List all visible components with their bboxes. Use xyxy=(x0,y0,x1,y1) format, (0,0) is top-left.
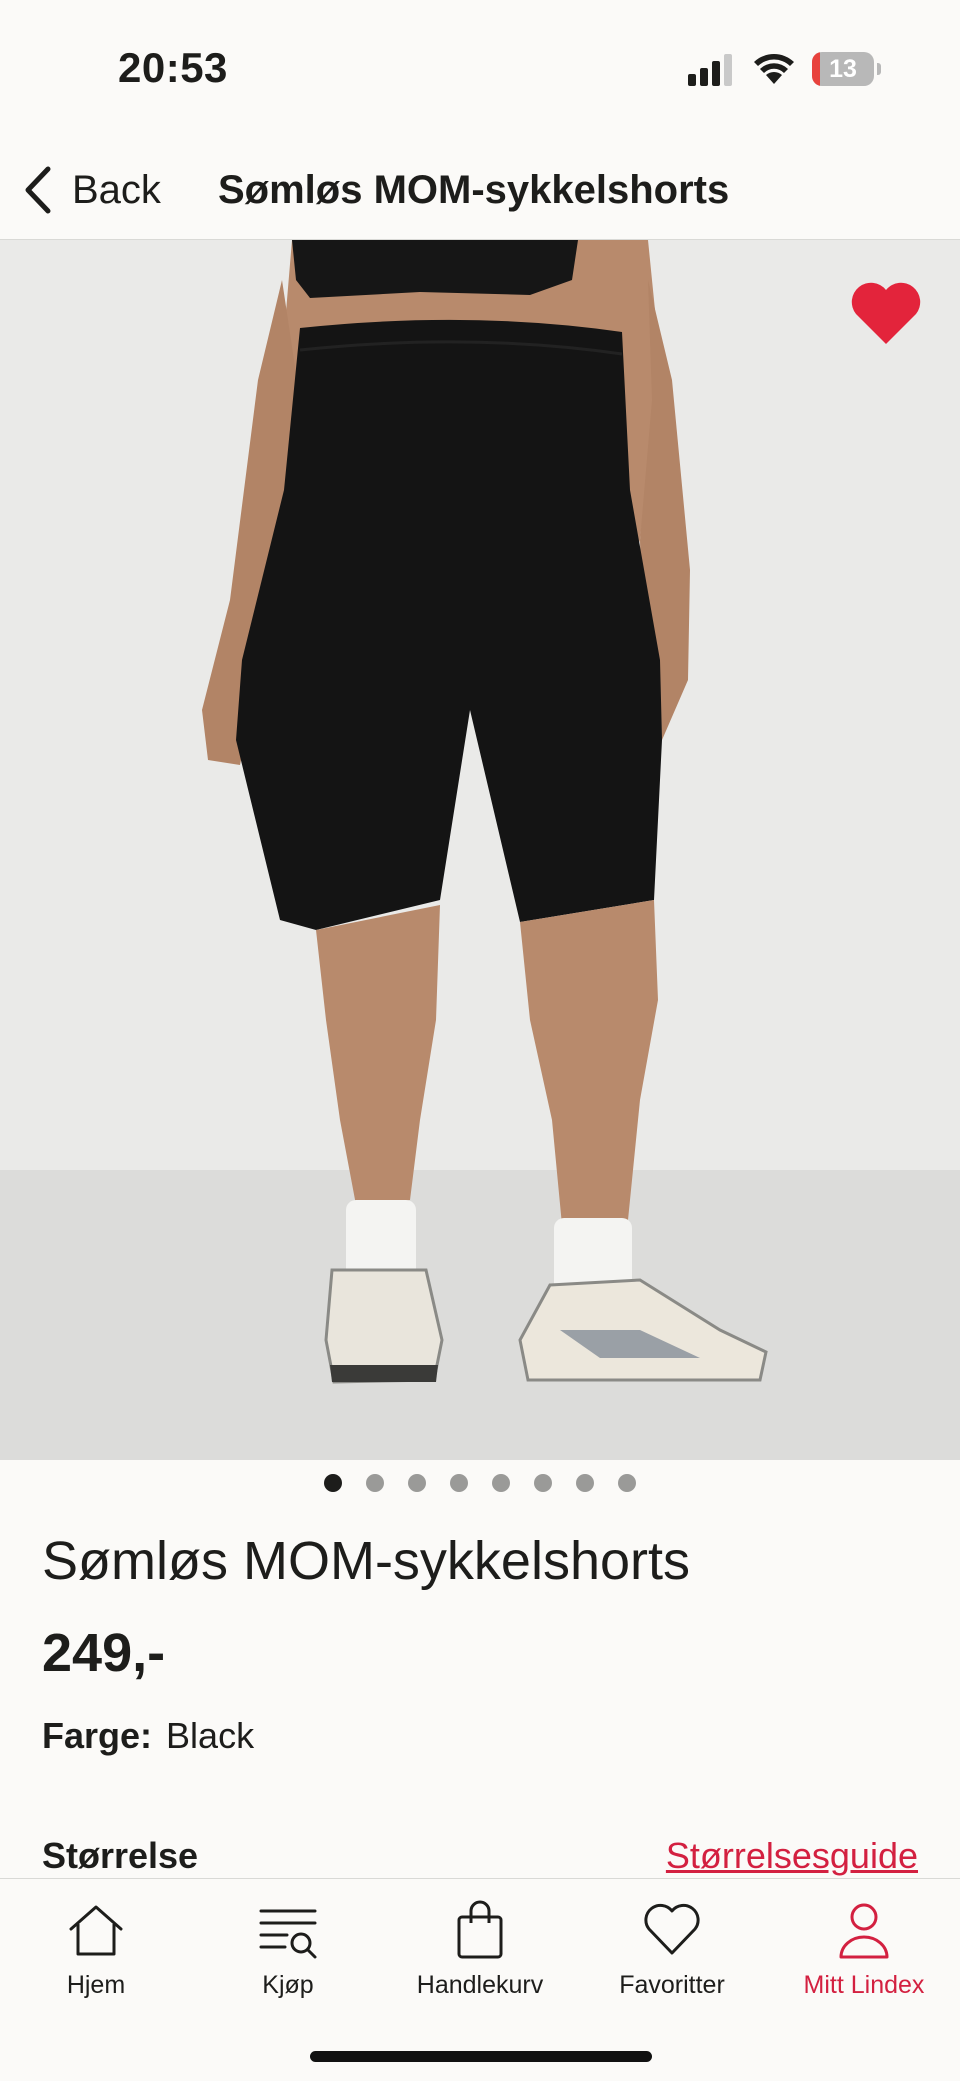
status-time: 20:53 xyxy=(118,44,228,91)
home-indicator xyxy=(310,2051,652,2062)
carousel-dot[interactable] xyxy=(492,1474,510,1492)
tab-handlekurv[interactable]: Handlekurv xyxy=(384,1899,576,2009)
battery-percent: 13 xyxy=(829,55,857,83)
product-price: 249,- xyxy=(42,1623,166,1683)
back-label: Back xyxy=(72,167,161,212)
product-image[interactable] xyxy=(0,240,960,1460)
tab-kjop[interactable]: Kjøp xyxy=(192,1899,384,2009)
size-row: Størrelse Størrelsesguide xyxy=(42,1832,918,1882)
color-value: Black xyxy=(166,1715,255,1756)
carousel-dot[interactable] xyxy=(534,1474,552,1492)
nav-header: Back Sømløs MOM-sykkelshorts xyxy=(0,140,960,240)
battery-nub xyxy=(877,63,881,75)
tab-hjem[interactable]: Hjem xyxy=(0,1899,192,2009)
image-carousel-indicator xyxy=(0,1474,960,1494)
tab-label: Favoritter xyxy=(619,1971,725,1999)
product-photo xyxy=(0,240,960,1460)
carousel-dot[interactable] xyxy=(324,1474,342,1492)
carousel-dot[interactable] xyxy=(366,1474,384,1492)
tab-label: Kjøp xyxy=(262,1971,314,1999)
color-row: Farge: Black xyxy=(42,1712,254,1760)
color-label: Farge: xyxy=(42,1715,153,1756)
product-name: Sømløs MOM-sykkelshorts xyxy=(42,1531,690,1591)
tab-label: Handlekurv xyxy=(416,1971,544,1999)
carousel-dot[interactable] xyxy=(576,1474,594,1492)
carousel-dot[interactable] xyxy=(408,1474,426,1492)
size-label: Størrelse xyxy=(42,1835,199,1876)
shopping-bag-icon xyxy=(457,1900,503,1959)
carousel-dot[interactable] xyxy=(450,1474,468,1492)
status-bar: 20:53 13 xyxy=(0,0,960,140)
wifi-icon xyxy=(754,54,794,84)
chevron-left-icon xyxy=(25,166,51,214)
home-icon xyxy=(69,1905,123,1956)
size-guide-link[interactable]: Størrelsesguide xyxy=(666,1832,918,1880)
tab-favoritter[interactable]: Favoritter xyxy=(576,1899,768,2009)
tab-mitt-lindex[interactable]: Mitt Lindex xyxy=(768,1899,960,2009)
search-list-icon xyxy=(259,1909,317,1959)
tab-bar: Hjem Kjøp Handlekurv Favoritter Mitt Lin… xyxy=(0,1878,960,2081)
tab-label: Hjem xyxy=(66,1971,126,1999)
heart-outline-icon xyxy=(644,1903,700,1955)
carousel-dot[interactable] xyxy=(618,1474,636,1492)
tab-label: Mitt Lindex xyxy=(803,1971,925,1999)
back-button[interactable]: Back xyxy=(20,162,161,218)
favorite-button[interactable] xyxy=(848,280,924,348)
heart-filled-icon xyxy=(851,282,921,344)
page-title: Sømløs MOM-sykkelshorts xyxy=(218,168,730,212)
battery-icon: 13 xyxy=(812,52,874,86)
user-icon xyxy=(839,1903,889,1959)
cellular-signal-icon xyxy=(688,52,734,86)
